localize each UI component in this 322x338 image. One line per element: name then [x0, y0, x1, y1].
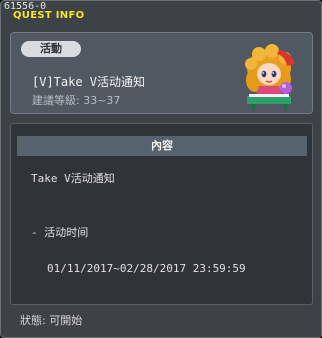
- quest-name: [V]Take V活动通知: [32, 75, 146, 89]
- window-title: QUEST INFO: [13, 10, 85, 21]
- event-period: 01/11/2017~02/28/2017 23:59:59: [47, 262, 246, 275]
- quest-summary-panel: 活動 [V]Take V活动通知 建議等級: 33~37: [10, 32, 313, 114]
- content-header: 內容: [17, 136, 307, 156]
- quest-info-window: 61556-0 QUEST INFO 活動 [V]Take V活动通知 建議等級…: [0, 0, 322, 338]
- quest-content-panel: 內容 Take V活动通知 - 活动时间 01/11/2017~02/28/20…: [10, 123, 313, 305]
- npc-portrait-icon: [245, 44, 295, 110]
- level-requirement: 建議等級: 33~37: [32, 94, 121, 107]
- content-line: - 活动时间: [31, 226, 89, 239]
- quest-category-tag: 活動: [21, 41, 81, 57]
- quest-status: 狀態: 可開始: [20, 314, 83, 327]
- content-line: Take V活动通知: [31, 172, 115, 185]
